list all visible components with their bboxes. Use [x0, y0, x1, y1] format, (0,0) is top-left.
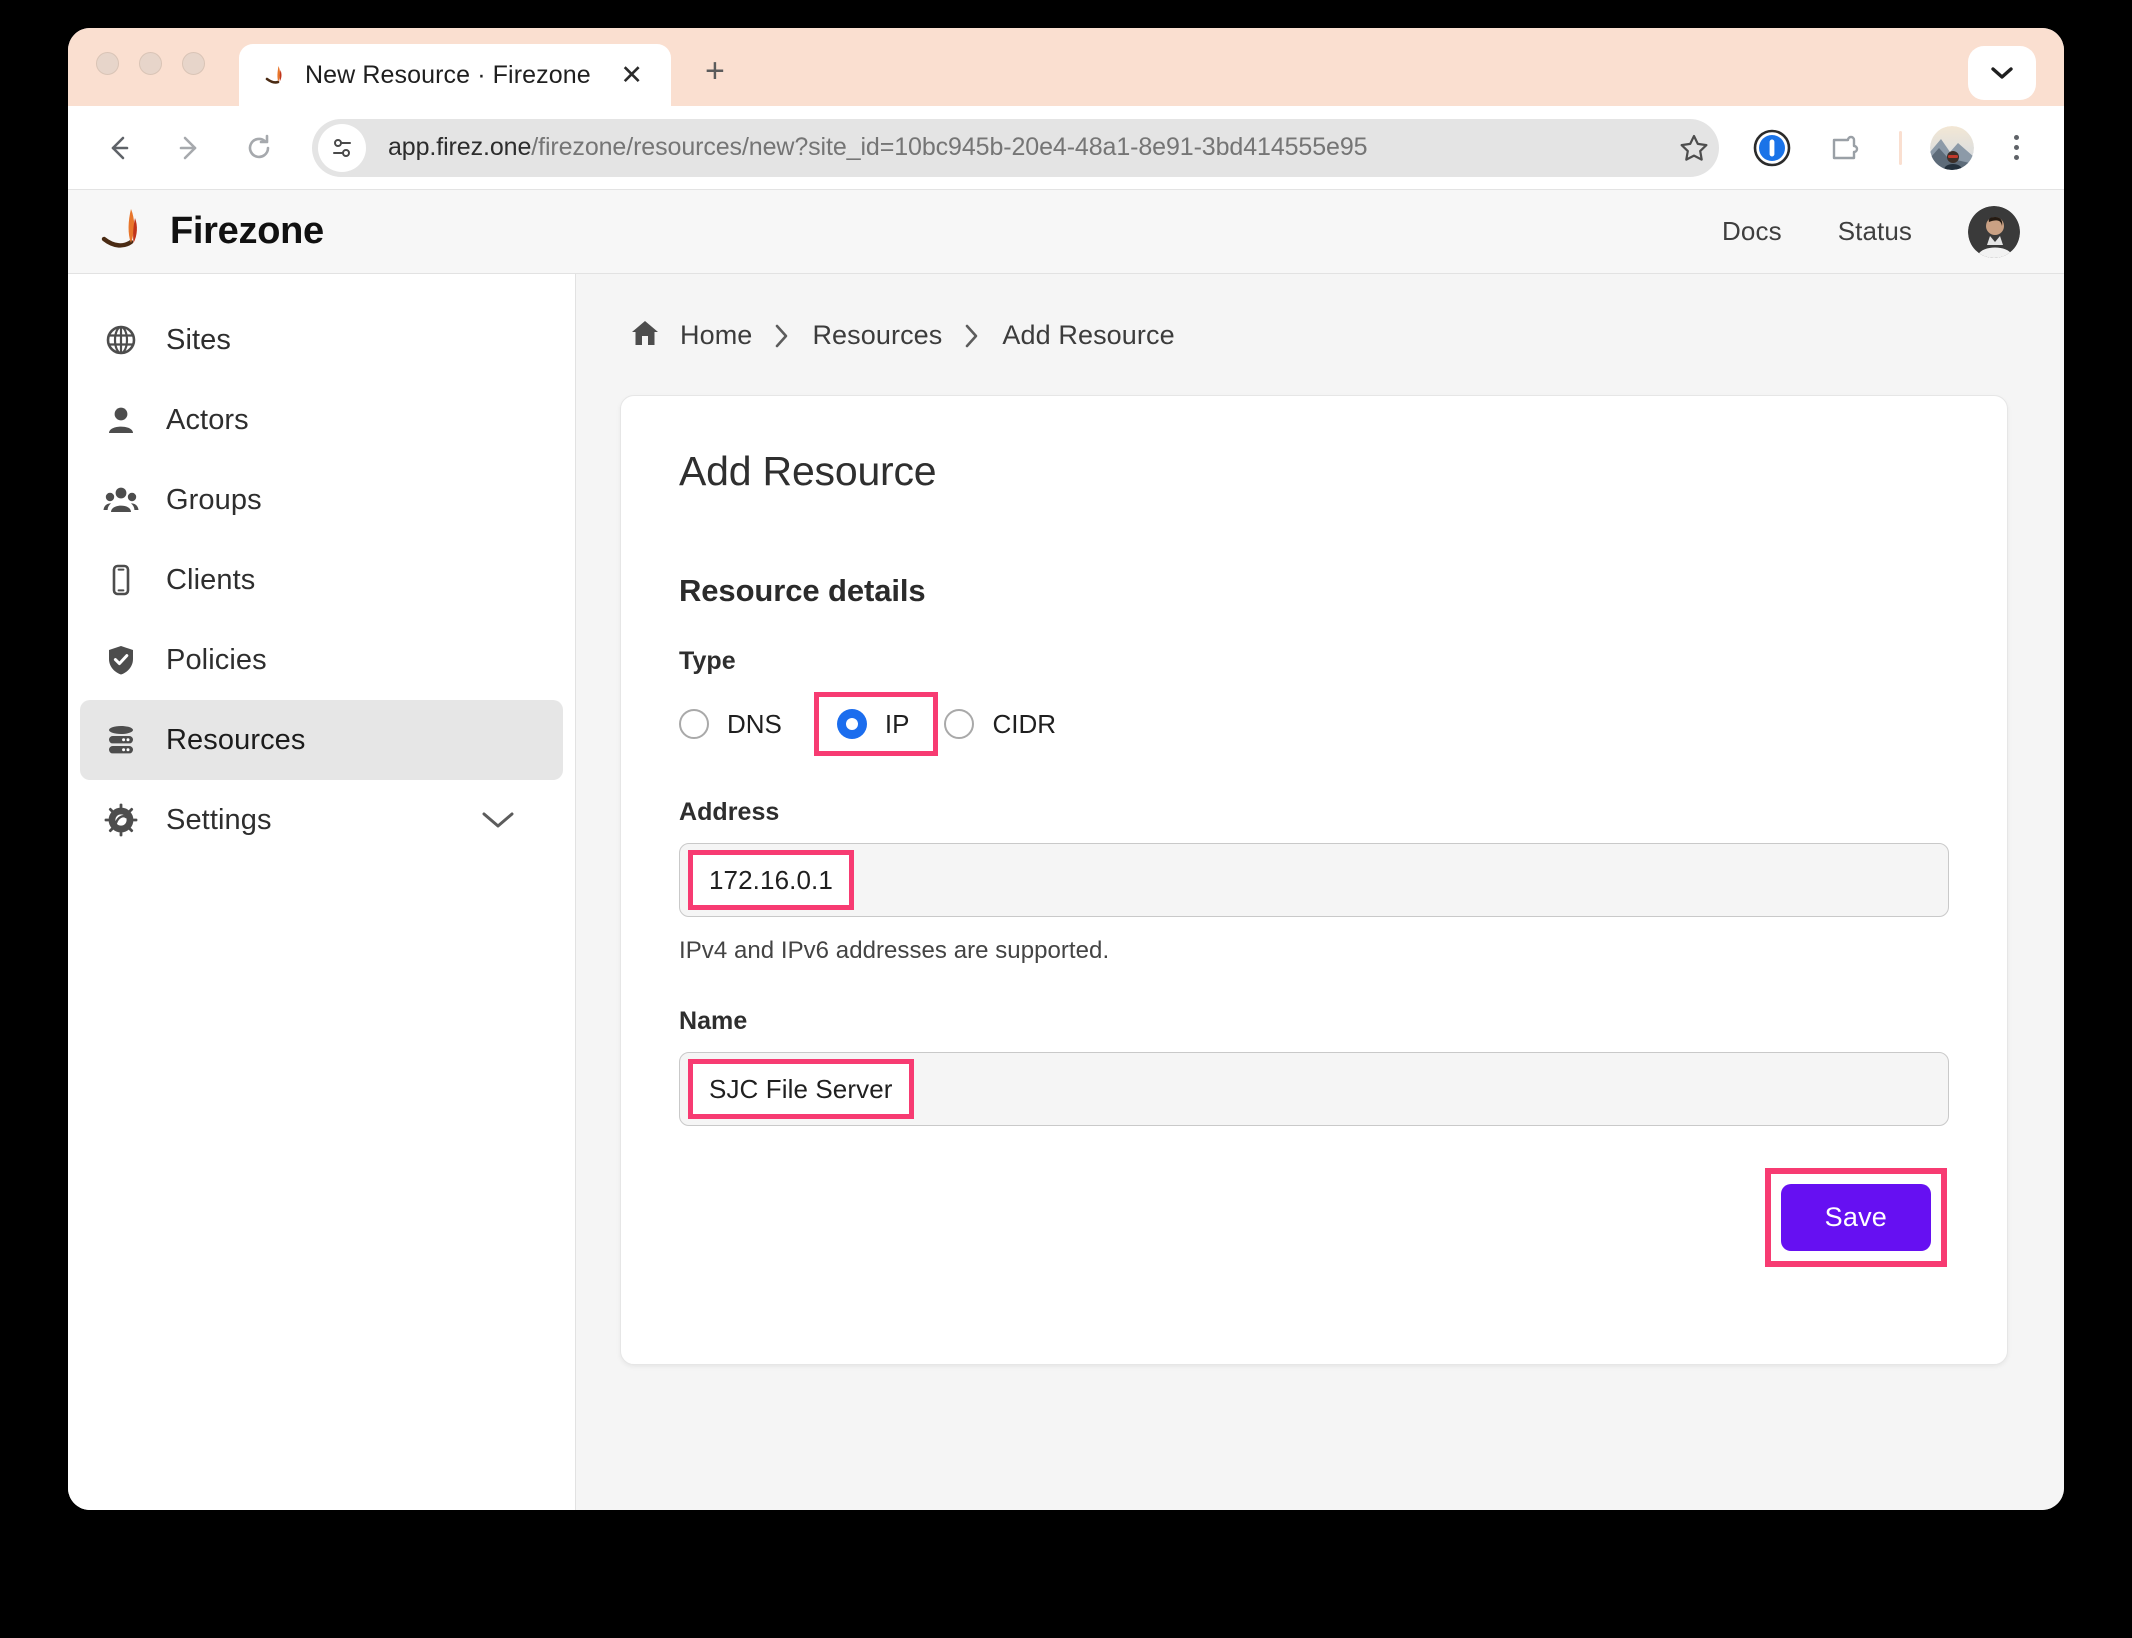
address-bar[interactable]: app.firez.one/firezone/resources/new?sit…	[312, 118, 1719, 177]
address-input[interactable]: 172.16.0.1	[679, 843, 1949, 917]
app-header: Firezone Docs Status	[68, 190, 2064, 274]
sidebar-item-actors[interactable]: Actors	[80, 380, 563, 460]
extensions-puzzle-icon[interactable]	[1819, 119, 1877, 177]
chevron-right-icon	[962, 321, 982, 351]
radio-label-cidr: CIDR	[992, 708, 1057, 739]
browser-tab[interactable]: New Resource · Firezone ✕	[239, 44, 671, 106]
header-link-docs[interactable]: Docs	[1722, 216, 1782, 247]
firezone-flame-icon	[263, 62, 289, 88]
minimize-window-button[interactable]	[139, 51, 162, 75]
sidebar-item-groups[interactable]: Groups	[80, 460, 563, 540]
back-arrow-icon[interactable]	[88, 117, 150, 179]
sidebar-item-label: Actors	[166, 403, 249, 436]
profile-avatar[interactable]	[1930, 125, 1974, 170]
reload-icon[interactable]	[228, 117, 290, 179]
url-text: app.firez.one/firezone/resources/new?sit…	[388, 133, 1367, 162]
type-radio-group: DNS IP CIDR	[679, 692, 1949, 756]
home-icon[interactable]	[630, 318, 660, 353]
onepassword-icon[interactable]	[1743, 119, 1801, 177]
chevron-down-icon[interactable]	[481, 810, 515, 830]
sidebar-item-label: Resources	[166, 723, 306, 756]
page-body: Sites Actors Groups Clients Policies Res…	[68, 274, 2064, 1510]
sidebar-item-settings[interactable]: Settings	[80, 780, 563, 860]
chevron-right-icon	[772, 321, 792, 351]
star-icon[interactable]	[1663, 117, 1725, 179]
url-path: /firezone/resources/new?site_id=10bc945b…	[531, 133, 1368, 161]
firezone-flame-logo	[100, 203, 152, 260]
browser-window: New Resource · Firezone ✕ + app.firez.on…	[68, 28, 2064, 1510]
save-button[interactable]: Save	[1780, 1184, 1931, 1251]
browser-tab-strip: New Resource · Firezone ✕ +	[68, 28, 2064, 106]
user-avatar[interactable]	[1968, 205, 2020, 258]
name-input[interactable]: SJC File Server	[679, 1052, 1949, 1126]
breadcrumb: Home Resources Add Resource	[620, 318, 2008, 353]
sidebar: Sites Actors Groups Clients Policies Res…	[68, 274, 576, 1510]
address-helper-text: IPv4 and IPv6 addresses are supported.	[679, 937, 1110, 964]
person-icon	[102, 401, 140, 439]
sidebar-item-policies[interactable]: Policies	[80, 620, 563, 700]
sidebar-item-clients[interactable]: Clients	[80, 540, 563, 620]
page-viewport: Firezone Docs Status Sites Actors Groups…	[68, 190, 2064, 1510]
toolbar-divider	[1899, 130, 1902, 165]
maximize-window-button[interactable]	[182, 51, 205, 75]
server-icon	[102, 721, 140, 759]
new-tab-button[interactable]: +	[695, 52, 735, 90]
name-field-group: Name SJC File Server	[679, 1007, 1949, 1126]
radio-label-ip: IP	[884, 708, 910, 739]
sidebar-item-label: Groups	[166, 483, 262, 516]
address-value-highlight: 172.16.0.1	[688, 850, 854, 910]
close-window-button[interactable]	[96, 51, 119, 75]
sidebar-item-sites[interactable]: Sites	[80, 300, 563, 380]
radio-label-dns: DNS	[727, 708, 782, 739]
tab-search-button[interactable]	[1968, 46, 2036, 100]
shield-check-icon	[102, 641, 140, 679]
phone-icon	[102, 561, 140, 599]
brand-logo[interactable]: Firezone	[100, 203, 324, 260]
sidebar-item-label: Settings	[166, 803, 272, 836]
save-button-highlight: Save	[1764, 1168, 1947, 1267]
radio-option-ip[interactable]: IP	[813, 692, 939, 756]
sidebar-item-label: Sites	[166, 323, 231, 356]
breadcrumb-item-resources[interactable]: Resources	[812, 320, 942, 351]
type-field-label: Type	[679, 647, 736, 675]
breadcrumb-item-add-resource: Add Resource	[1002, 320, 1175, 350]
type-field-group: Type DNS IP CIDR	[679, 647, 1949, 756]
gear-icon	[102, 801, 140, 839]
window-traffic-lights	[96, 28, 205, 106]
people-icon	[102, 481, 140, 519]
form-actions: Save	[679, 1168, 1949, 1267]
page-title: Add Resource	[679, 448, 937, 494]
address-field-label: Address	[679, 798, 780, 826]
radio-option-cidr[interactable]: CIDR	[944, 692, 1082, 756]
radio-option-dns[interactable]: DNS	[679, 692, 808, 756]
sidebar-item-resources[interactable]: Resources	[80, 700, 563, 780]
globe-icon	[102, 321, 140, 359]
radio-circle-dns[interactable]	[679, 709, 709, 739]
breadcrumb-item-home[interactable]: Home	[680, 320, 752, 351]
brand-name: Firezone	[170, 210, 324, 252]
name-field-label: Name	[679, 1007, 748, 1035]
radio-circle-cidr[interactable]	[944, 709, 975, 739]
three-dots-menu-icon[interactable]	[1994, 119, 2038, 177]
name-value-highlight: SJC File Server	[688, 1059, 914, 1119]
url-domain: app.firez.one	[388, 133, 532, 161]
forward-arrow-icon[interactable]	[158, 117, 220, 179]
browser-toolbar: app.firez.one/firezone/resources/new?sit…	[68, 106, 2064, 190]
main-content: Home Resources Add Resource Add Resource…	[576, 274, 2064, 1510]
close-icon[interactable]: ✕	[612, 58, 651, 93]
address-input-value: 172.16.0.1	[709, 864, 833, 895]
tab-title: New Resource · Firezone	[305, 60, 591, 89]
add-resource-card: Add Resource Resource details Type DNS I…	[620, 395, 2008, 1365]
site-settings-icon[interactable]	[318, 123, 366, 172]
sidebar-item-label: Policies	[166, 643, 267, 676]
name-input-value: SJC File Server	[709, 1073, 893, 1104]
section-title-resource-details: Resource details	[679, 573, 926, 608]
sidebar-item-label: Clients	[166, 563, 256, 596]
radio-circle-ip[interactable]	[836, 709, 867, 739]
address-field-group: Address 172.16.0.1 IPv4 and IPv6 address…	[679, 798, 1949, 965]
header-link-status[interactable]: Status	[1838, 216, 1912, 247]
chevron-down-icon	[1991, 67, 2013, 79]
